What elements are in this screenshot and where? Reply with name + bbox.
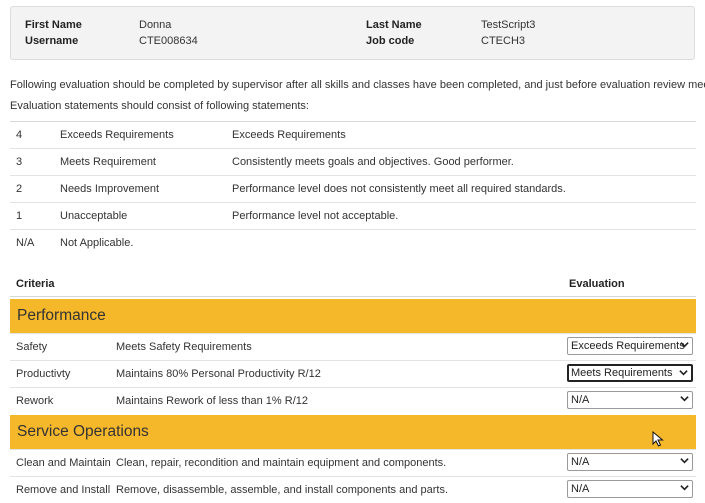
scale-description: Exceeds Requirements [226,121,696,149]
first-name-value: Donna [139,19,172,31]
chevron-down-icon [680,396,689,402]
criteria-description: Meets Safety Requirements [116,341,252,353]
selected-value: Exceeds Requirements [571,340,685,352]
evaluation-select-clean-and-maintain[interactable]: N/A [567,453,693,471]
intro-statements-text: Evaluation statements should consist of … [10,100,309,112]
selected-value: N/A [571,394,590,406]
job-code-value: CTECH3 [481,35,526,47]
chevron-down-icon [679,370,688,376]
scale-description [226,229,696,256]
evaluation-select-productivity[interactable]: Meets Requirements [567,364,693,382]
scale-description: Performance level not acceptable. [226,202,696,230]
criteria-name: Productivty [16,368,71,380]
criteria-description: Remove, disassemble, assemble, and insta… [116,484,449,496]
scale-description: Consistently meets goals and objectives.… [226,148,696,176]
scale-row: 3 Meets Requirement Consistently meets g… [10,148,696,176]
last-name-value: TestScript3 [481,19,536,31]
scale-code: 1 [10,202,54,230]
criteria-description: Clean, repair, recondition and maintain … [116,457,447,469]
scale-code: 2 [10,175,54,203]
criteria-name: Rework [16,395,54,407]
scale-label: Not Applicable. [54,229,226,256]
criteria-row-safety: Safety Meets Safety Requirements Exceeds… [10,333,696,360]
selected-value: Meets Requirements [571,367,673,379]
username-value: CTE008634 [139,35,198,47]
scale-label: Meets Requirement [54,148,226,176]
selected-value: N/A [571,456,590,468]
section-header-service-operations: Service Operations [10,415,696,449]
evaluation-select-rework[interactable]: N/A [567,391,693,409]
evaluation-select-safety[interactable]: Exceeds Requirements [567,337,693,355]
intro-text: Following evaluation should be completed… [10,79,705,91]
chevron-down-icon [680,458,689,464]
criteria-description: Maintains Rework of less than 1% R/12 [116,395,308,407]
scale-row: 4 Exceeds Requirements Exceeds Requireme… [10,121,696,149]
scale-code: N/A [10,229,54,256]
criteria-name: Clean and Maintain [16,457,111,469]
username-label: Username [25,35,79,47]
scale-label: Needs Improvement [54,175,226,203]
scale-row: 2 Needs Improvement Performance level do… [10,175,696,203]
first-name-label: First Name [25,19,82,31]
criteria-row-rework: Rework Maintains Rework of less than 1% … [10,387,696,414]
header-divider [10,296,696,297]
employee-info-panel: First Name Donna Username CTE008634 Last… [10,6,695,60]
scale-code: 4 [10,121,54,149]
evaluation-select-remove-and-install[interactable]: N/A [567,480,693,498]
criteria-row-remove-and-install: Remove and Install Remove, disassemble, … [10,476,696,503]
criteria-description: Maintains 80% Personal Productivity R/12 [116,368,321,380]
selected-value: N/A [571,483,590,495]
scale-row: 1 Unacceptable Performance level not acc… [10,202,696,230]
criteria-name: Remove and Install [16,484,111,496]
scale-label: Unacceptable [54,202,226,230]
chevron-down-icon [680,342,689,348]
mouse-pointer-icon [652,431,664,447]
criteria-row-productivity: Productivty Maintains 80% Personal Produ… [10,360,696,387]
rating-scale-table: 4 Exceeds Requirements Exceeds Requireme… [10,121,696,256]
scale-code: 3 [10,148,54,176]
scale-description: Performance level does not consistently … [226,175,696,203]
section-header-performance: Performance [10,299,696,333]
scale-label: Exceeds Requirements [54,121,226,149]
last-name-label: Last Name [366,19,422,31]
scale-row: N/A Not Applicable. [10,229,696,256]
criteria-name: Safety [16,341,48,353]
job-code-label: Job code [366,35,415,47]
chevron-down-icon [680,485,689,491]
criteria-column-header: Criteria [16,278,55,290]
criteria-row-clean-and-maintain: Clean and Maintain Clean, repair, recond… [10,449,696,476]
evaluation-column-header: Evaluation [569,278,625,290]
